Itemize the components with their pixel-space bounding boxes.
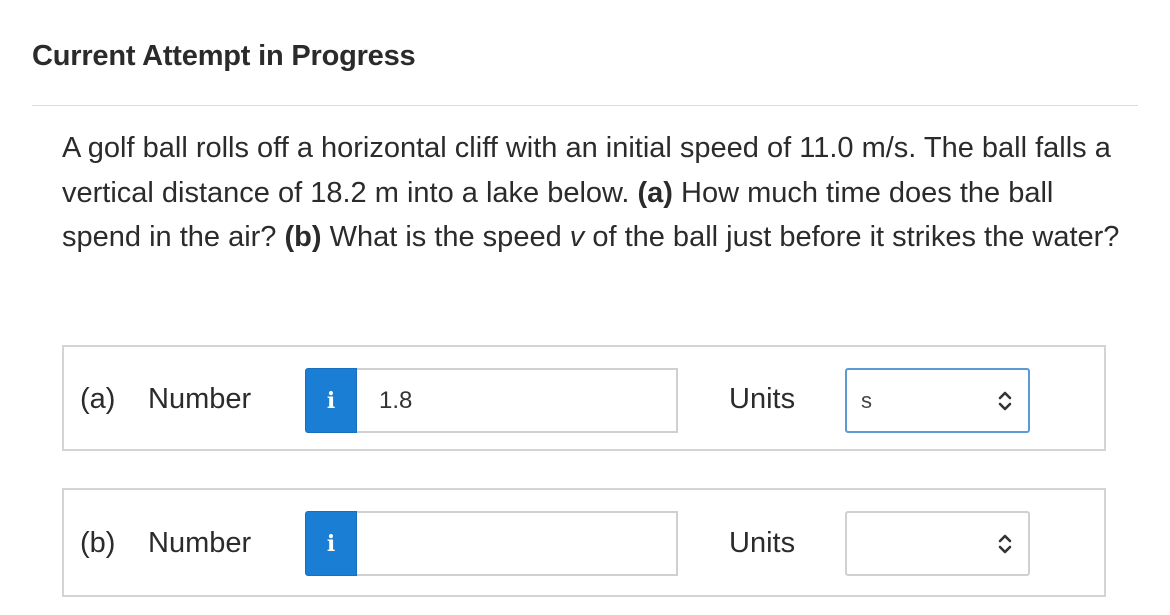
part-a-number-label: Number (148, 383, 252, 415)
part-b-answer-box: (b) Number i Units (62, 488, 1106, 597)
part-b-units-select[interactable] (845, 511, 1030, 576)
part-b-question-start: What is the speed (321, 221, 570, 253)
part-b-number-input[interactable] (357, 511, 678, 576)
part-a-units-label: Units (729, 383, 796, 415)
part-b-info-button[interactable]: i (305, 511, 357, 576)
part-b-question-end: of the ball just before it strikes the w… (584, 221, 1120, 253)
part-a-marker: (a) (637, 176, 673, 209)
part-a-label: (a) (80, 383, 116, 415)
assignment-page: Current Attempt in Progress A golf ball … (0, 0, 1170, 615)
part-a-number-input[interactable] (357, 368, 678, 433)
up-down-chevron-icon (998, 391, 1012, 410)
question-text: A golf ball rolls off a horizontal cliff… (62, 126, 1122, 260)
speed-variable: v (569, 221, 585, 253)
part-b-label: (b) (80, 527, 116, 559)
part-b-marker: (b) (284, 221, 322, 253)
info-icon: i (326, 530, 336, 557)
part-a-answer-box: (a) Number i Units s (62, 345, 1106, 451)
part-b-number-label: Number (148, 527, 252, 559)
up-down-chevron-icon (998, 534, 1012, 553)
page-title: Current Attempt in Progress (32, 40, 416, 72)
part-a-units-value: s (861, 387, 872, 413)
info-icon: i (326, 387, 336, 414)
divider (32, 105, 1138, 106)
part-a-info-button[interactable]: i (305, 368, 357, 433)
part-a-units-select[interactable]: s (845, 368, 1030, 433)
part-b-units-label: Units (729, 527, 796, 559)
